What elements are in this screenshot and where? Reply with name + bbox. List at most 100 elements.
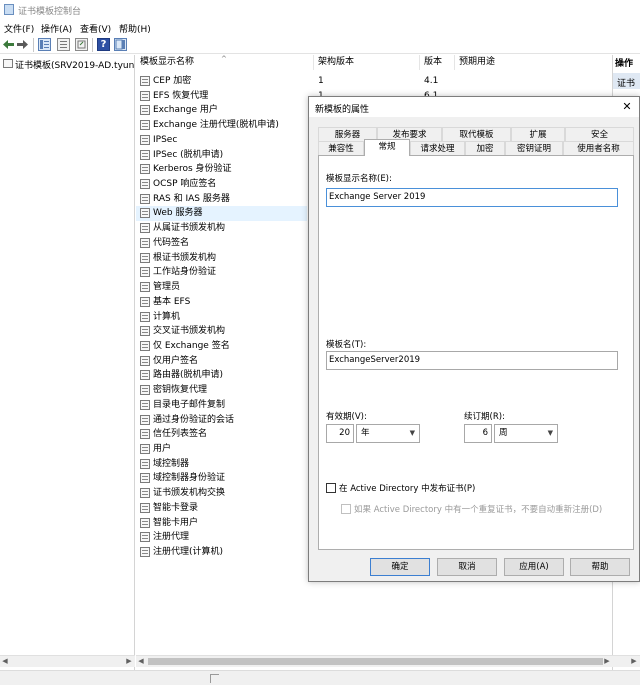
tab-extensions[interactable]: 扩展 bbox=[511, 127, 565, 141]
certificate-template-icon bbox=[140, 458, 150, 469]
template-row[interactable]: 管理员 bbox=[136, 280, 307, 295]
apply-button[interactable]: 应用(A) bbox=[504, 558, 564, 576]
template-row[interactable]: EFS 恢复代理 bbox=[136, 89, 307, 104]
help-icon[interactable]: ? bbox=[97, 38, 110, 51]
template-row[interactable]: 目录电子邮件复制 bbox=[136, 398, 307, 413]
template-row[interactable]: RAS 和 IAS 服务器 bbox=[136, 192, 307, 207]
scroll-right-icon[interactable]: ▶ bbox=[124, 656, 134, 667]
template-row[interactable]: 域控制器身份验证 bbox=[136, 471, 307, 486]
template-row[interactable]: 智能卡用户 bbox=[136, 516, 307, 531]
template-row[interactable]: 用户 bbox=[136, 442, 307, 457]
tree-node-certificate-templates[interactable]: 证书模板(SRV2019-AD.tyun.cn bbox=[15, 58, 134, 71]
template-name-input[interactable]: ExchangeServer2019 bbox=[326, 351, 618, 370]
template-row[interactable]: IPSec (脱机申请) bbox=[136, 148, 307, 163]
publish-in-ad-checkbox[interactable] bbox=[326, 483, 336, 493]
menu-action[interactable]: 操作(A) bbox=[41, 22, 72, 35]
tab-key-attestation[interactable]: 密钥证明 bbox=[505, 141, 563, 155]
scroll-right-icon[interactable]: ▶ bbox=[602, 656, 612, 667]
show-action-pane-icon[interactable] bbox=[114, 38, 127, 51]
tab-cryptography[interactable]: 加密 bbox=[465, 141, 505, 155]
template-row[interactable]: 工作站身份验证 bbox=[136, 265, 307, 280]
validity-period-input[interactable]: 20 bbox=[326, 424, 354, 443]
template-name-cell: Exchange 注册代理(脱机申请) bbox=[153, 120, 279, 131]
validity-unit-select[interactable]: 年 ▼ bbox=[356, 424, 420, 443]
template-name-cell: 工作站身份验证 bbox=[153, 267, 217, 278]
certificate-template-icon bbox=[140, 296, 150, 307]
tab-compatibility[interactable]: 兼容性 bbox=[318, 141, 364, 155]
renewal-unit-select[interactable]: 周 ▼ bbox=[494, 424, 558, 443]
list-horizontal-scrollbar[interactable]: ◀ ▶ bbox=[136, 655, 612, 667]
template-row[interactable]: 信任列表签名 bbox=[136, 427, 307, 442]
template-name-cell: 智能卡用户 bbox=[153, 517, 199, 528]
template-row[interactable]: 计算机 bbox=[136, 310, 307, 325]
menu-view[interactable]: 查看(V) bbox=[80, 22, 111, 35]
app-icon bbox=[4, 4, 14, 15]
renewal-period-input[interactable]: 6 bbox=[464, 424, 492, 443]
template-name-cell: 通过身份验证的会话 bbox=[153, 414, 235, 425]
scroll-left-icon[interactable]: ◀ bbox=[136, 656, 146, 667]
certificate-template-icon bbox=[140, 385, 150, 396]
template-row[interactable]: 代码签名 bbox=[136, 236, 307, 251]
show-tree-icon[interactable] bbox=[38, 38, 51, 51]
template-row[interactable]: 注册代理 bbox=[136, 530, 307, 545]
template-row[interactable]: 交叉证书颁发机构 bbox=[136, 324, 307, 339]
column-header-intended-purposes[interactable]: 预期用途 bbox=[455, 55, 612, 70]
certificate-template-icon bbox=[140, 134, 150, 145]
template-row[interactable]: 密钥恢复代理 bbox=[136, 383, 307, 398]
help-button[interactable]: 帮助 bbox=[570, 558, 630, 576]
close-icon[interactable]: ✕ bbox=[619, 99, 635, 115]
ok-button[interactable]: 确定 bbox=[370, 558, 430, 576]
scroll-right-icon[interactable]: ▶ bbox=[629, 656, 639, 667]
tab-superseded-templates[interactable]: 取代模板 bbox=[442, 127, 511, 141]
template-row[interactable]: Web 服务器 bbox=[136, 206, 307, 222]
renewal-period-label: 续订期(R): bbox=[464, 412, 505, 422]
tab-security[interactable]: 安全 bbox=[565, 127, 634, 141]
template-name-cell: 基本 EFS bbox=[153, 296, 191, 307]
template-row[interactable]: Exchange 注册代理(脱机申请) bbox=[136, 118, 307, 133]
no-auto-reenroll-checkbox[interactable] bbox=[341, 504, 351, 514]
scroll-left-icon[interactable]: ◀ bbox=[0, 656, 10, 667]
scrollbar-thumb[interactable] bbox=[148, 658, 603, 665]
properties-icon[interactable] bbox=[57, 38, 70, 51]
template-name-cell: 域控制器身份验证 bbox=[153, 473, 226, 484]
template-row[interactable]: 证书颁发机构交换 bbox=[136, 486, 307, 501]
template-row[interactable]: 仅 Exchange 签名 bbox=[136, 339, 307, 354]
template-row[interactable]: 仅用户签名 bbox=[136, 354, 307, 369]
template-name-cell: 智能卡登录 bbox=[153, 502, 199, 513]
template-row[interactable]: 路由器(脱机申请) bbox=[136, 368, 307, 383]
tree-horizontal-scrollbar[interactable]: ◀ ▶ bbox=[0, 655, 135, 667]
template-row[interactable]: 智能卡登录 bbox=[136, 501, 307, 516]
publish-in-ad-label[interactable]: 在 Active Directory 中发布证书(P) bbox=[339, 482, 475, 494]
column-header-schema-version[interactable]: 架构版本 bbox=[314, 55, 420, 70]
template-row[interactable]: 域控制器 bbox=[136, 457, 307, 472]
renewal-unit-value: 周 bbox=[499, 428, 508, 438]
menu-file[interactable]: 文件(F) bbox=[4, 22, 34, 35]
tab-general[interactable]: 常规 bbox=[364, 139, 410, 156]
general-tab-panel: 模板显示名称(E): Exchange Server 2019 模板名(T): … bbox=[318, 155, 634, 550]
back-arrow-icon[interactable] bbox=[2, 38, 15, 51]
tab-subject-name[interactable]: 使用者名称 bbox=[563, 141, 634, 155]
certificate-template-icon bbox=[140, 444, 150, 454]
template-row[interactable]: 注册代理(计算机) bbox=[136, 545, 307, 560]
display-name-input[interactable]: Exchange Server 2019 bbox=[326, 188, 618, 207]
cancel-button[interactable]: 取消 bbox=[437, 558, 497, 576]
tab-request-handling[interactable]: 请求处理 bbox=[410, 141, 465, 155]
actions-horizontal-scrollbar[interactable]: ▶ bbox=[612, 655, 640, 667]
template-row[interactable]: IPSec bbox=[136, 133, 307, 148]
template-row[interactable]: 根证书颁发机构 bbox=[136, 251, 307, 266]
export-list-icon[interactable] bbox=[75, 38, 88, 51]
template-name-cell: EFS 恢复代理 bbox=[153, 90, 209, 101]
certificate-template-icon bbox=[140, 355, 150, 366]
column-header-version[interactable]: 版本 bbox=[420, 55, 455, 70]
template-row[interactable]: 基本 EFS bbox=[136, 295, 307, 310]
template-row[interactable]: 从属证书颁发机构 bbox=[136, 221, 307, 236]
template-row[interactable]: 通过身份验证的会话 bbox=[136, 413, 307, 428]
actions-item-certificates[interactable]: 证书 bbox=[617, 76, 635, 89]
template-row[interactable]: OCSP 响应签名 bbox=[136, 177, 307, 192]
forward-arrow-icon[interactable] bbox=[16, 38, 29, 51]
template-row[interactable]: Exchange 用户 bbox=[136, 103, 307, 118]
template-row[interactable]: Kerberos 身份验证 bbox=[136, 162, 307, 177]
template-name-cell: 目录电子邮件复制 bbox=[153, 399, 226, 410]
template-row[interactable]: CEP 加密 bbox=[136, 74, 307, 89]
menu-help[interactable]: 帮助(H) bbox=[119, 22, 151, 35]
